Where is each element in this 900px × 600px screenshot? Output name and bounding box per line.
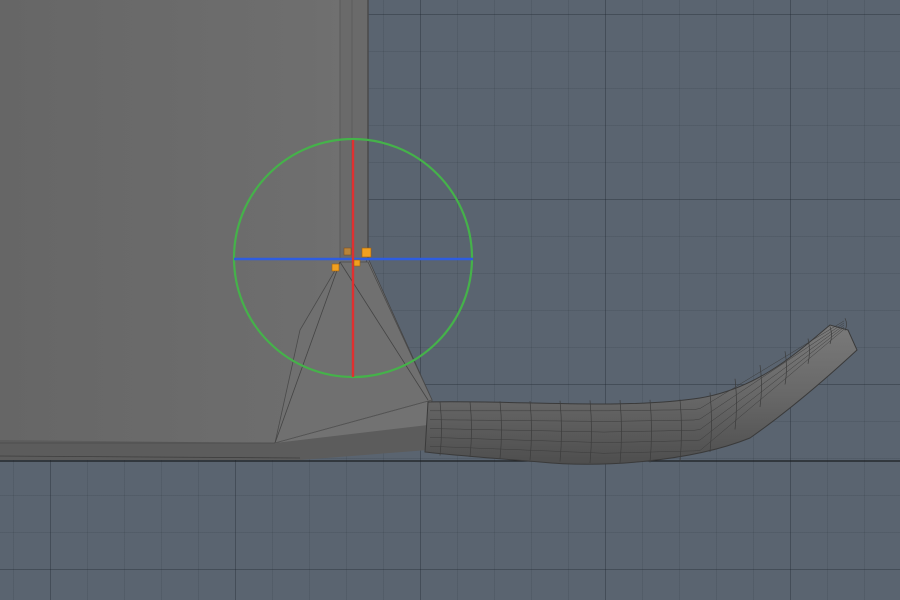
vertex-handle[interactable]: [353, 259, 361, 267]
3d-viewport[interactable]: [0, 0, 900, 600]
mesh-tail[interactable]: [424, 318, 858, 465]
vertex-handle[interactable]: [331, 263, 340, 272]
vertex-handle[interactable]: [361, 247, 372, 258]
vertex-handle[interactable]: [343, 247, 352, 256]
mesh-body[interactable]: [0, 0, 433, 460]
scene-canvas[interactable]: [0, 0, 900, 600]
